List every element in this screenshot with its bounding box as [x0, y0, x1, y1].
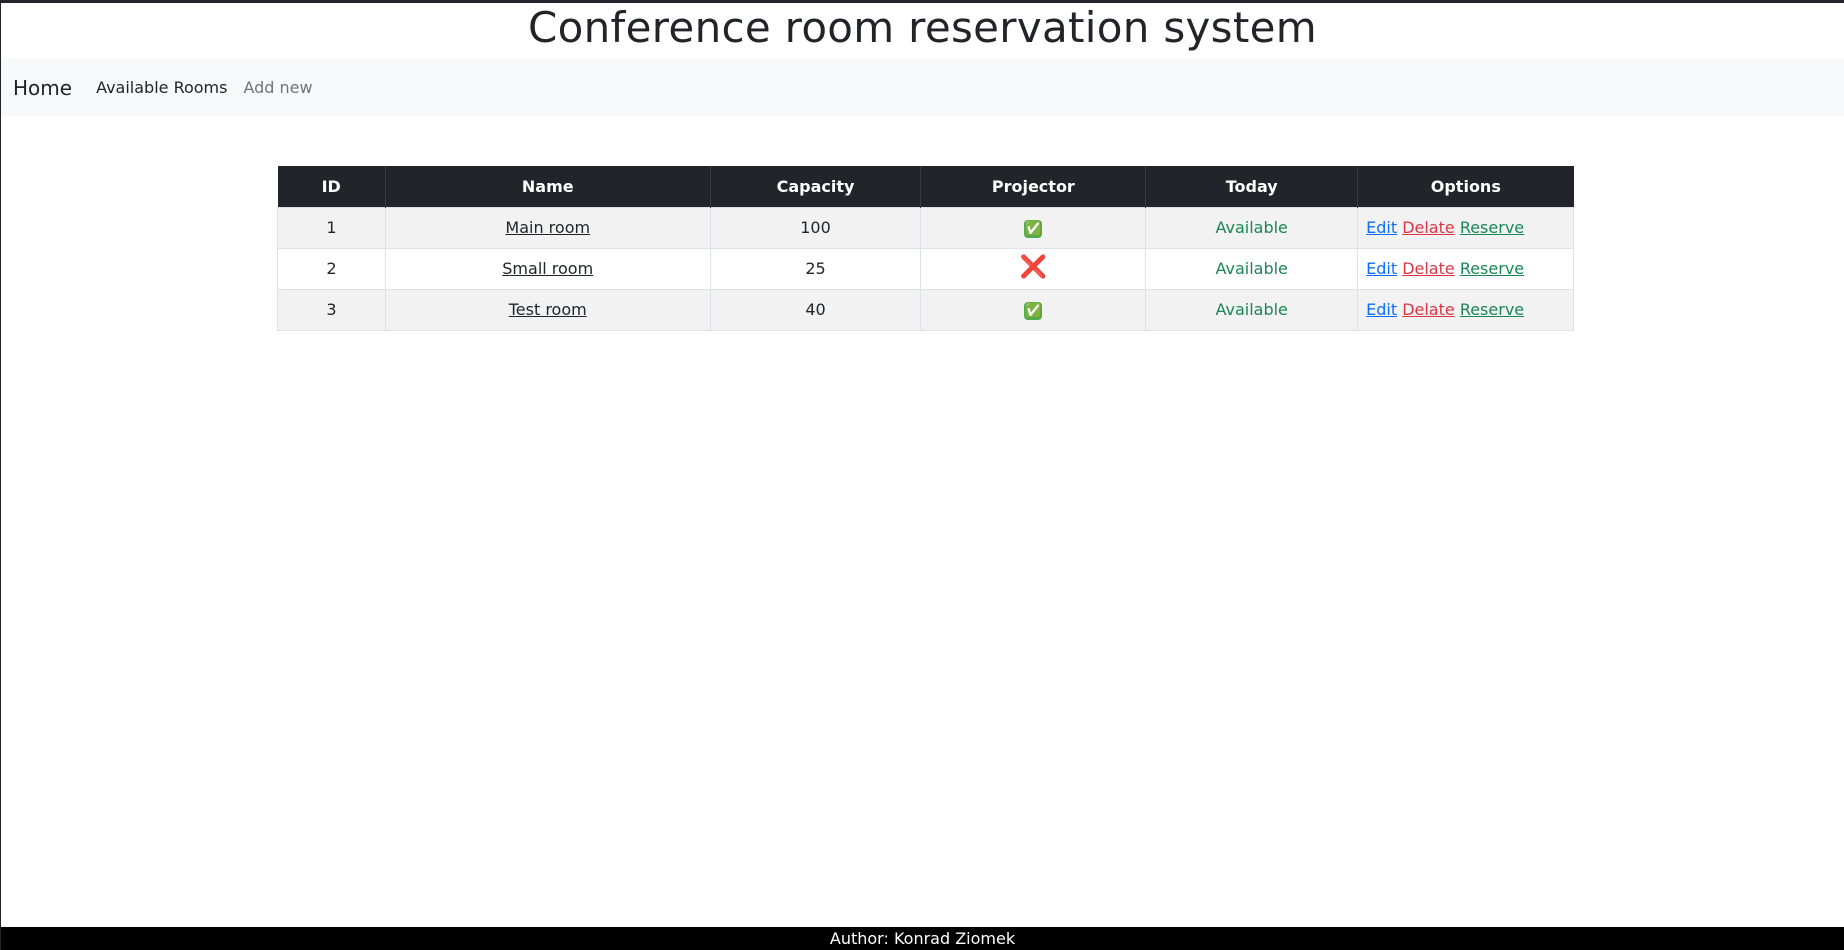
delete-link[interactable]: Delate: [1402, 218, 1455, 237]
column-header-today: Today: [1145, 166, 1359, 207]
cell-options: Edit Delate Reserve: [1357, 247, 1574, 290]
check-mark-icon: ✅: [1024, 301, 1043, 320]
cell-projector: ✅: [920, 288, 1147, 331]
cell-name: Test room: [384, 288, 711, 331]
cell-options: Edit Delate Reserve: [1357, 206, 1574, 249]
rooms-table-container: ID Name Capacity Projector Today Options…: [277, 166, 1574, 331]
column-header-options: Options: [1357, 166, 1574, 207]
cell-name: Small room: [384, 247, 711, 290]
nav-available-rooms-link[interactable]: Available Rooms: [96, 78, 227, 97]
navbar: Home Available Rooms Add new: [1, 59, 1844, 116]
nav-home-link[interactable]: Home: [13, 76, 72, 100]
room-name-link[interactable]: Small room: [502, 259, 593, 278]
cross-mark-icon: ❌: [1019, 255, 1048, 280]
author-text: Author: Konrad Ziomek: [829, 929, 1016, 948]
footer: Author: Konrad Ziomek: [1, 927, 1844, 950]
cell-today-status: Available: [1145, 247, 1359, 290]
check-mark-icon: ✅: [1024, 219, 1043, 238]
reserve-link[interactable]: Reserve: [1460, 218, 1524, 237]
column-header-id: ID: [277, 166, 386, 207]
page-title: Conference room reservation system: [528, 3, 1317, 52]
table-row: 3 Test room 40 ✅ Available Edit Delate Reserv…: [277, 288, 1574, 331]
cell-id: 1: [277, 206, 386, 249]
cell-projector: ✅: [920, 206, 1147, 249]
delete-link[interactable]: Delate: [1402, 259, 1455, 278]
rooms-table: ID Name Capacity Projector Today Options…: [277, 166, 1574, 331]
edit-link[interactable]: Edit: [1366, 300, 1397, 319]
cell-capacity: 40: [709, 288, 922, 331]
cell-id: 2: [277, 247, 386, 290]
column-header-capacity: Capacity: [710, 166, 922, 207]
nav-add-new-link[interactable]: Add new: [243, 78, 312, 97]
delete-link[interactable]: Delate: [1402, 300, 1455, 319]
cell-capacity: 100: [709, 206, 922, 249]
table-row: 2 Small room 25 ❌ Available Edit Delate Reser…: [277, 247, 1574, 290]
room-name-link[interactable]: Main room: [505, 218, 590, 237]
reserve-link[interactable]: Reserve: [1460, 300, 1524, 319]
cell-options: Edit Delate Reserve: [1357, 288, 1574, 331]
table-row: 1 Main room 100 ✅ Available Edit Delate Reser…: [277, 206, 1574, 249]
cell-today-status: Available: [1145, 288, 1359, 331]
edit-link[interactable]: Edit: [1366, 259, 1397, 278]
cell-today-status: Available: [1145, 206, 1359, 249]
reserve-link[interactable]: Reserve: [1460, 259, 1524, 278]
cell-name: Main room: [384, 206, 711, 249]
column-header-projector: Projector: [920, 166, 1147, 207]
cell-projector: ❌: [920, 247, 1147, 290]
room-name-link[interactable]: Test room: [509, 300, 587, 319]
column-header-name: Name: [385, 166, 711, 207]
cell-id: 3: [277, 288, 386, 331]
table-header-row: ID Name Capacity Projector Today Options: [277, 166, 1574, 207]
edit-link[interactable]: Edit: [1366, 218, 1397, 237]
cell-capacity: 25: [709, 247, 922, 290]
